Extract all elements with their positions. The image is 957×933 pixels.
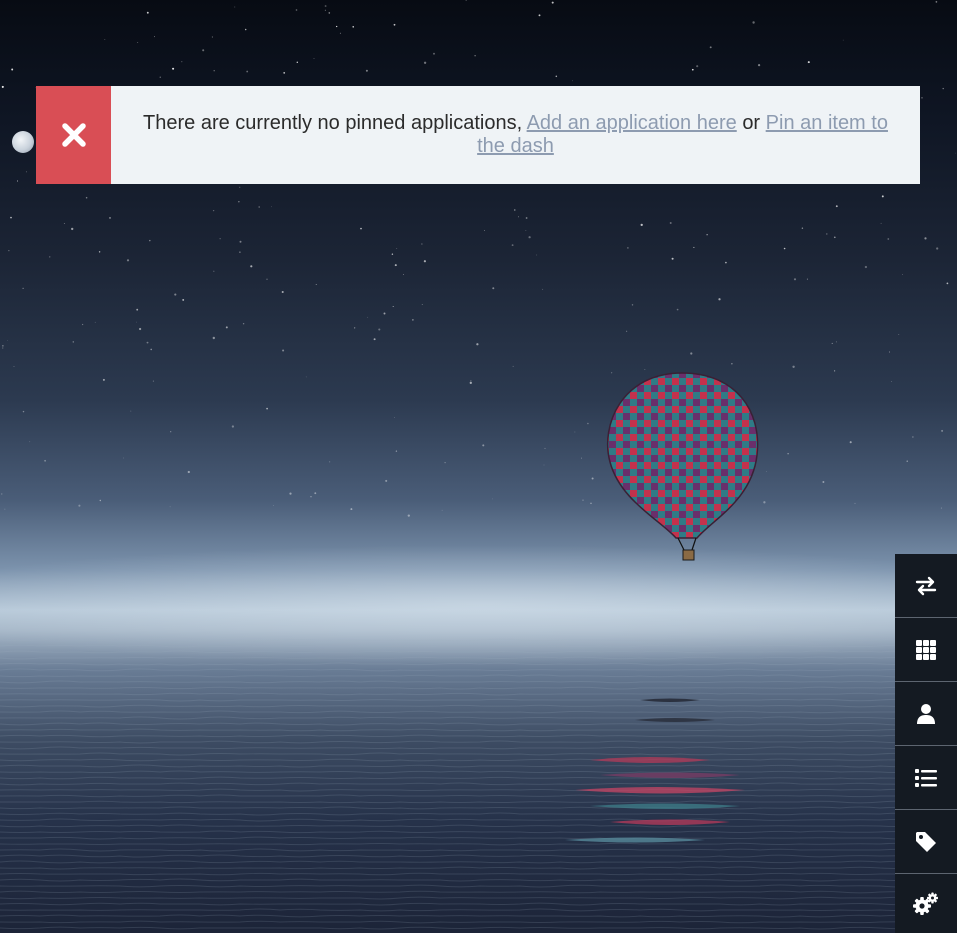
- switch-view-button[interactable]: [895, 554, 957, 618]
- notice-message: There are currently no pinned applicatio…: [143, 112, 523, 134]
- items-list-button[interactable]: [895, 746, 957, 810]
- no-pinned-apps-notice: There are currently no pinned applicatio…: [36, 86, 920, 184]
- notice-close-button[interactable]: [36, 86, 111, 184]
- list-icon: [915, 768, 937, 787]
- notice-message-container: There are currently no pinned applicatio…: [111, 86, 920, 184]
- side-menu: [895, 554, 957, 933]
- moon: [12, 131, 34, 153]
- applications-button[interactable]: [895, 618, 957, 682]
- close-icon: [61, 123, 86, 147]
- tags-button[interactable]: [895, 810, 957, 874]
- swap-arrows-icon: [915, 576, 937, 595]
- balloon: [606, 372, 759, 561]
- user-icon: [917, 703, 935, 724]
- users-button[interactable]: [895, 682, 957, 746]
- settings-button[interactable]: [895, 874, 957, 933]
- notice-connector: or: [742, 112, 761, 134]
- gears-icon: [913, 892, 938, 915]
- tag-icon: [916, 831, 936, 852]
- grid-icon: [916, 639, 936, 660]
- add-application-link[interactable]: Add an application here: [527, 112, 737, 134]
